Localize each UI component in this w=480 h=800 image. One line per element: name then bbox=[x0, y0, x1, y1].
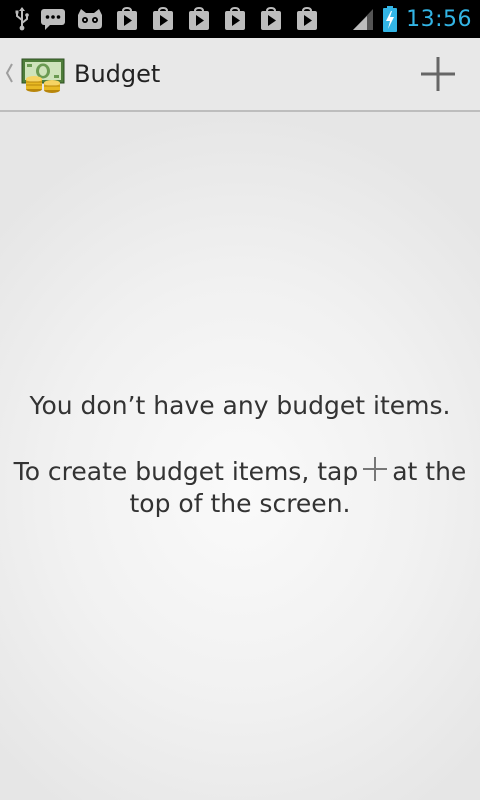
plus-icon bbox=[421, 57, 455, 91]
home-up-button[interactable] bbox=[0, 38, 70, 110]
status-clock: 13:56 bbox=[406, 6, 472, 32]
play-store-icon bbox=[189, 7, 209, 30]
battery-charging-icon bbox=[383, 6, 398, 32]
add-budget-item-button[interactable] bbox=[396, 38, 480, 110]
action-bar: Budget bbox=[0, 38, 480, 112]
play-store-icon bbox=[153, 7, 173, 30]
money-icon bbox=[21, 58, 65, 93]
hint-text-before: To create budget items, tap bbox=[13, 457, 359, 486]
status-bar: 13:56 bbox=[0, 0, 480, 38]
plus-icon bbox=[363, 457, 388, 481]
empty-hint: To create budget items, tap at the top o… bbox=[10, 456, 470, 520]
notification-icons bbox=[14, 6, 320, 32]
play-store-icon bbox=[297, 7, 317, 30]
play-store-icon bbox=[261, 7, 281, 30]
empty-message: You don’t have any budget items. bbox=[29, 391, 451, 420]
up-caret-icon bbox=[5, 63, 13, 83]
signal-icon bbox=[353, 9, 374, 30]
system-icons: 13:56 bbox=[352, 4, 472, 34]
play-store-icon bbox=[225, 7, 245, 30]
play-store-icon bbox=[117, 7, 137, 30]
chat-icon bbox=[41, 9, 65, 30]
usb-icon bbox=[15, 7, 29, 31]
budget-list-area: You don’t have any budget items. To crea… bbox=[0, 112, 480, 800]
cyanogen-icon bbox=[78, 9, 102, 29]
page-title: Budget bbox=[74, 60, 161, 88]
